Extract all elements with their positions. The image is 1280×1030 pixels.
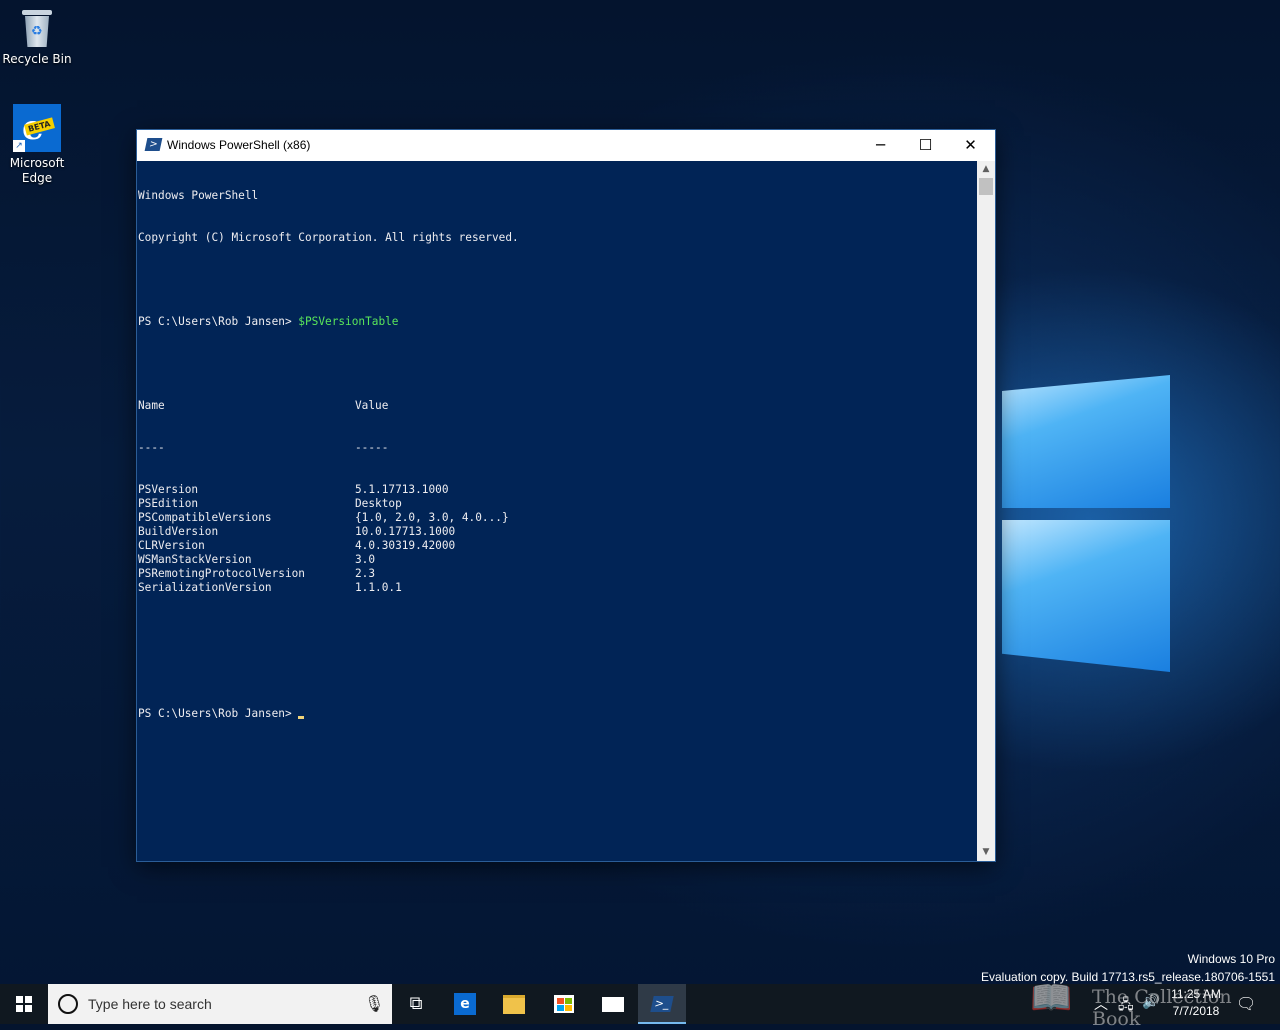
edge-icon: e	[454, 993, 476, 1015]
taskbar-powershell-button[interactable]: >_	[638, 984, 686, 1024]
table-row: PSRemotingProtocolVersion 2.3	[138, 567, 976, 581]
desktop-icon-recycle-bin[interactable]: ♻ Recycle Bin	[1, 8, 73, 67]
edge-icon: e BETA ↗	[13, 104, 61, 152]
row-name: BuildVersion	[138, 525, 219, 538]
command-text: $PSVersionTable	[298, 315, 399, 328]
start-button[interactable]	[0, 984, 48, 1024]
wallpaper-logo-pane-bottom	[1002, 520, 1170, 672]
evaluation-watermark: Windows 10 Pro Evaluation copy. Build 17…	[981, 950, 1275, 986]
powershell-icon: >	[144, 138, 163, 151]
table-header: Name Value	[138, 399, 389, 412]
row-name: CLRVersion	[138, 539, 205, 552]
command-line: PS C:\Users\Rob Jansen> $PSVersionTable	[138, 315, 976, 329]
table-row: PSCompatibleVersions {1.0, 2.0, 3.0, 4.0.…	[138, 511, 976, 525]
scrollbar-thumb[interactable]	[979, 178, 993, 195]
table-body: PSVersion 5.1.17713.1000 PSEdition Desktop P…	[138, 483, 976, 595]
table-row: CLRVersion 4.0.30319.42000	[138, 539, 976, 553]
scroll-down-arrow-icon[interactable]: ▼	[977, 844, 995, 861]
banner-line: Windows PowerShell	[138, 189, 259, 202]
close-button[interactable]: ✕	[948, 130, 993, 161]
row-name: WSManStackVersion	[138, 553, 252, 566]
taskbar-file-explorer-button[interactable]	[490, 984, 538, 1024]
row-value: Desktop	[355, 497, 402, 510]
row-name: PSVersion	[138, 483, 199, 496]
search-placeholder: Type here to search	[88, 996, 212, 1012]
taskbar: Type here to search 🎙 ⧉ e >_ ︿ 🖧 🔊 11:25…	[0, 984, 1280, 1024]
folder-icon	[503, 994, 525, 1014]
row-value: 3.0	[355, 553, 376, 566]
row-name: PSEdition	[138, 497, 199, 510]
row-value: 5.1.17713.1000	[355, 483, 449, 496]
prompt: PS C:\Users\Rob Jansen>	[138, 315, 299, 328]
table-row: PSVersion 5.1.17713.1000	[138, 483, 976, 497]
store-bag-icon	[554, 995, 574, 1013]
task-view-icon: ⧉	[409, 993, 423, 1014]
window-title: Windows PowerShell (x86)	[167, 138, 311, 152]
book-logo-icon: 📖	[1030, 978, 1073, 1018]
wallpaper-logo-pane-top	[1002, 375, 1170, 508]
banner-copyright: Copyright (C) Microsoft Corporation. All…	[138, 231, 519, 244]
powershell-icon: >_	[650, 996, 674, 1012]
table-underline: ---- -----	[138, 441, 389, 454]
windows-start-icon	[16, 996, 32, 1012]
console-output[interactable]: Windows PowerShell Copyright (C) Microso…	[138, 161, 976, 860]
microphone-icon[interactable]: 🎙	[364, 994, 384, 1013]
taskbar-edge-button[interactable]: e	[441, 984, 489, 1024]
taskbar-store-button[interactable]	[540, 984, 588, 1024]
row-value: 2.3	[355, 567, 376, 580]
prompt: PS C:\Users\Rob Jansen>	[138, 707, 299, 720]
mail-icon	[602, 996, 624, 1012]
taskbar-mail-button[interactable]	[589, 984, 637, 1024]
maximize-button[interactable]: ☐	[903, 130, 948, 161]
desktop-icon-microsoft-edge[interactable]: e BETA ↗ MicrosoftEdge	[1, 104, 73, 186]
taskbar-search-box[interactable]: Type here to search 🎙	[48, 984, 392, 1024]
row-value: 4.0.30319.42000	[355, 539, 456, 552]
shortcut-arrow-icon: ↗	[13, 140, 25, 152]
desktop-icon-label: Recycle Bin	[2, 52, 72, 66]
row-value: {1.0, 2.0, 3.0, 4.0...}	[355, 511, 509, 524]
cortana-icon	[58, 994, 78, 1014]
recycle-bin-icon: ♻	[20, 8, 54, 48]
window-titlebar[interactable]: > Windows PowerShell (x86) ─ ☐ ✕	[137, 130, 995, 161]
table-row: WSManStackVersion 3.0	[138, 553, 976, 567]
row-value: 10.0.17713.1000	[355, 525, 456, 538]
row-value: 1.1.0.1	[355, 581, 402, 594]
table-row: BuildVersion 10.0.17713.1000	[138, 525, 976, 539]
powershell-window[interactable]: > Windows PowerShell (x86) ─ ☐ ✕ Windows…	[137, 130, 995, 861]
windows-wallpaper-logo	[995, 355, 1175, 675]
vertical-scrollbar[interactable]: ▲ ▼	[977, 161, 995, 861]
row-name: PSCompatibleVersions	[138, 511, 272, 524]
row-name: PSRemotingProtocolVersion	[138, 567, 305, 580]
desktop-icon-label: Microsoft Edge	[9, 156, 65, 185]
table-row: PSEdition Desktop	[138, 497, 976, 511]
scroll-up-arrow-icon[interactable]: ▲	[977, 161, 995, 178]
minimize-button[interactable]: ─	[858, 130, 903, 161]
row-name: SerializationVersion	[138, 581, 272, 594]
windows-edition: Windows 10 Pro	[1187, 952, 1275, 966]
text-cursor	[298, 716, 305, 719]
task-view-button[interactable]: ⧉	[392, 984, 440, 1024]
brand-watermark: The Collection Book	[1092, 986, 1232, 1030]
active-prompt-line[interactable]: PS C:\Users\Rob Jansen>	[138, 707, 976, 721]
table-row: SerializationVersion 1.1.0.1	[138, 581, 976, 595]
